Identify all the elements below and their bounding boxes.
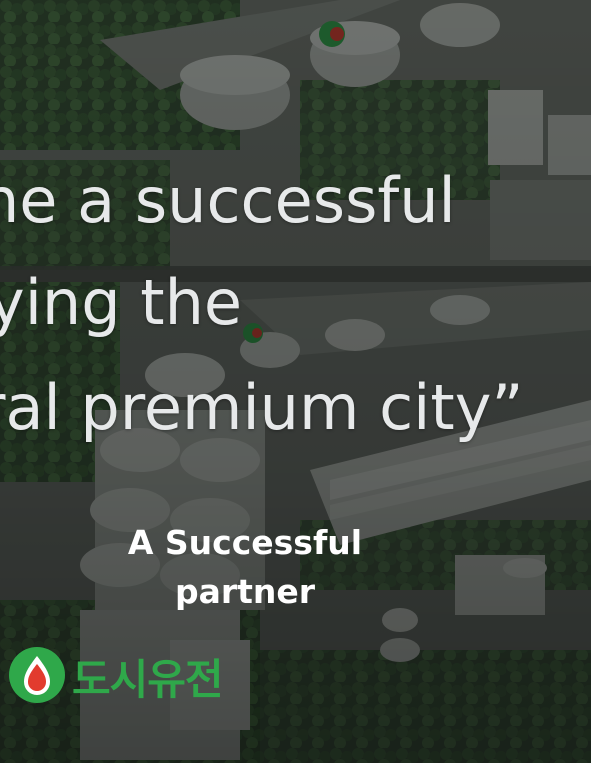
headline-line-1: ne a successful (0, 164, 456, 237)
headline-line-2: ying the (0, 266, 243, 339)
logo-text: 도시유전 (72, 655, 224, 704)
tagline-line-2: partner (174, 572, 316, 611)
tagline-line-1: A Successful (127, 523, 363, 562)
headline-line-3: ral premium city” (0, 371, 524, 444)
